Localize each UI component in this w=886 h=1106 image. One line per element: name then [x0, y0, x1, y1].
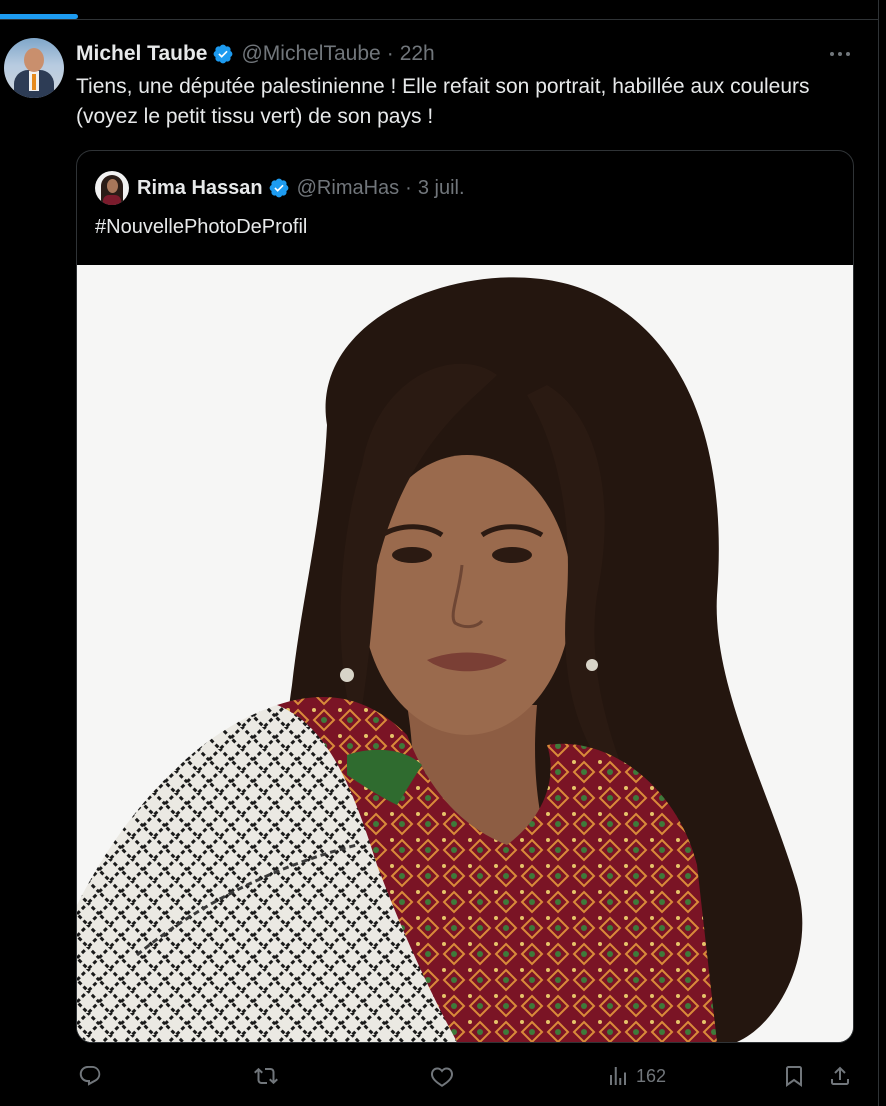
- quoted-tweet-timestamp[interactable]: 3 juil.: [418, 177, 465, 200]
- separator-dot: ·: [405, 176, 412, 199]
- reply-button[interactable]: [78, 1058, 108, 1094]
- quoted-tweet-header: Rima Hassan @RimaHas · 3 juil.: [95, 171, 465, 205]
- author-avatar[interactable]: [4, 38, 64, 98]
- author-name[interactable]: Michel Taube: [76, 42, 207, 66]
- views-button[interactable]: 162: [606, 1058, 666, 1094]
- tweet-header: Michel Taube @MichelTaube · 22h: [76, 40, 435, 68]
- quoted-author-handle[interactable]: @RimaHas: [297, 177, 400, 200]
- bookmark-button[interactable]: [782, 1058, 806, 1094]
- quoted-tweet-hashtag[interactable]: #NouvellePhotoDeProfil: [95, 213, 307, 241]
- timeline-border: [878, 0, 879, 1106]
- divider: [0, 19, 879, 20]
- verified-badge-icon: [214, 44, 233, 64]
- quoted-tweet[interactable]: Rima Hassan @RimaHas · 3 juil. #Nouvelle…: [76, 150, 854, 1043]
- reply-icon: [79, 1066, 101, 1086]
- tweet-actions: 162: [0, 1058, 886, 1094]
- retweet-icon: [254, 1067, 278, 1085]
- portrait-photo[interactable]: [77, 265, 853, 1042]
- views-icon: [610, 1067, 626, 1085]
- separator-dot: ·: [386, 42, 394, 65]
- like-icon: [431, 1067, 453, 1087]
- share-icon: [831, 1066, 849, 1085]
- verified-badge-icon: [269, 178, 289, 198]
- more-horizontal-icon[interactable]: [826, 40, 854, 68]
- views-count: 162: [636, 1065, 667, 1086]
- quoted-author-avatar[interactable]: [95, 171, 129, 205]
- quoted-author-name[interactable]: Rima Hassan: [137, 177, 263, 200]
- author-handle[interactable]: @MichelTaube: [241, 42, 380, 66]
- bookmark-icon: [786, 1066, 802, 1087]
- tweet-timestamp[interactable]: 22h: [400, 42, 435, 66]
- retweet-button[interactable]: [254, 1058, 284, 1094]
- like-button[interactable]: [430, 1058, 460, 1094]
- tweet-text: Tiens, une députée palestinienne ! Elle …: [76, 75, 810, 128]
- share-button[interactable]: [828, 1058, 852, 1094]
